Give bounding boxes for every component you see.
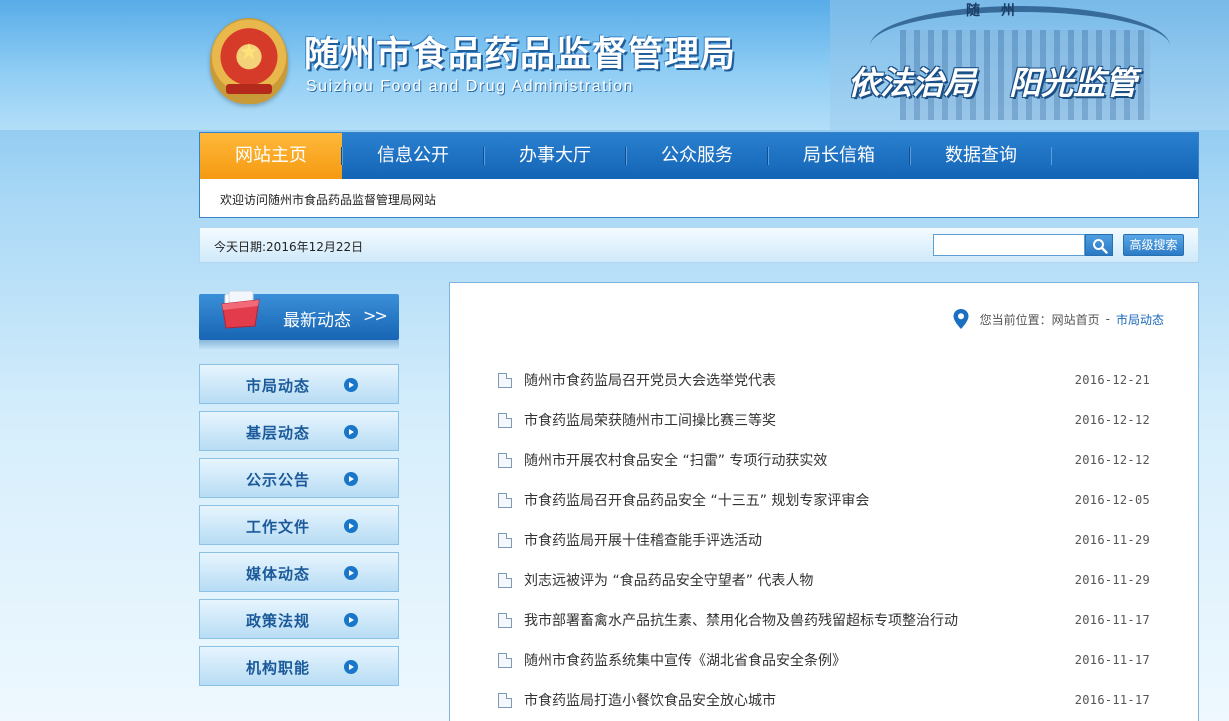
main-content-panel: 您当前位置： 网站首页 - 市局动态 随州市食药监局召开党员大会选举党代表 201… <box>449 282 1199 721</box>
main-nav: 网站主页 信息公开 办事大厅 公众服务 局长信箱 数据查询 <box>200 133 1198 179</box>
news-title[interactable]: 随州市食药监系统集中宣传《湖北省食品安全条例》 <box>524 650 1075 670</box>
news-item[interactable]: 我市部署畜禽水产品抗生素、禁用化合物及兽药残留超标专项整治行动 2016-11-1… <box>498 600 1150 640</box>
news-date: 2016-11-17 <box>1074 693 1150 707</box>
emblem-logo: ★ <box>210 18 288 104</box>
news-date: 2016-11-17 <box>1074 613 1150 627</box>
document-icon <box>498 652 512 668</box>
news-item[interactable]: 随州市食药监系统集中宣传《湖北省食品安全条例》 2016-11-17 <box>498 640 1150 680</box>
nav-info-disclosure[interactable]: 信息公开 <box>342 133 484 179</box>
current-date: 今天日期:2016年12月22日 <box>214 240 364 254</box>
news-date: 2016-11-17 <box>1074 653 1150 667</box>
news-item[interactable]: 市食药监局召开食品药品安全 “十三五” 规划专家评审会 2016-12-05 <box>498 480 1150 520</box>
sidebar-item-local-news[interactable]: 基层动态 <box>199 411 399 451</box>
sidebar-item-label: 公示公告 <box>246 471 311 489</box>
breadcrumb-prefix: 您当前位置： <box>979 312 1052 327</box>
document-icon <box>498 372 512 388</box>
breadcrumb: 您当前位置： 网站首页 - 市局动态 <box>952 308 1164 330</box>
news-item[interactable]: 市食药监局开展十佳稽查能手评选活动 2016-11-29 <box>498 520 1150 560</box>
news-title[interactable]: 市食药监局荣获随州市工间操比赛三等奖 <box>524 410 1075 430</box>
document-icon <box>498 532 512 548</box>
search-button[interactable] <box>1085 234 1113 256</box>
news-date: 2016-11-29 <box>1074 573 1150 587</box>
search-icon <box>1093 239 1108 254</box>
news-item[interactable]: 市食药监局打造小餐饮食品安全放心城市 2016-11-17 <box>498 680 1150 720</box>
nav-data-query[interactable]: 数据查询 <box>910 133 1052 179</box>
play-circle-icon <box>344 613 358 627</box>
search-input[interactable] <box>933 234 1085 256</box>
location-pin-icon <box>953 309 969 329</box>
document-icon <box>498 572 512 588</box>
welcome-text: 欢迎访问随州市食品药品监督管理局网站 <box>220 193 437 207</box>
site-subtitle: Suizhou Food and Drug Administration <box>306 78 634 95</box>
news-title[interactable]: 我市部署畜禽水产品抗生素、禁用化合物及兽药残留超标专项整治行动 <box>524 610 1075 630</box>
double-chevron-right-icon: >> <box>363 306 388 325</box>
news-date: 2016-12-12 <box>1074 413 1150 427</box>
document-icon <box>498 492 512 508</box>
main-nav-box: 网站主页 信息公开 办事大厅 公众服务 局长信箱 数据查询 欢迎访问随州市食品药… <box>199 132 1199 218</box>
news-title[interactable]: 随州市开展农村食品安全 “扫雷” 专项行动获实效 <box>524 450 1075 470</box>
play-circle-icon <box>344 566 358 580</box>
news-title[interactable]: 刘志远被评为 “食品药品安全守望者” 代表人物 <box>524 570 1075 590</box>
news-title[interactable]: 市食药监局开展十佳稽查能手评选活动 <box>524 530 1075 550</box>
sidebar-item-label: 机构职能 <box>246 659 311 677</box>
news-date: 2016-11-29 <box>1074 533 1150 547</box>
nav-home[interactable]: 网站主页 <box>200 133 342 179</box>
document-icon <box>498 412 512 428</box>
sidebar-item-documents[interactable]: 工作文件 <box>199 505 399 545</box>
news-title[interactable]: 市食药监局打造小餐饮食品安全放心城市 <box>524 690 1075 710</box>
news-item[interactable]: 市食药监局荣获随州市工间操比赛三等奖 2016-12-12 <box>498 400 1150 440</box>
news-item[interactable]: 随州市食药监局召开党员大会选举党代表 2016-12-21 <box>498 360 1150 400</box>
document-icon <box>498 452 512 468</box>
news-item[interactable]: 刘志远被评为 “食品药品安全守望者” 代表人物 2016-11-29 <box>498 560 1150 600</box>
sidebar-item-label: 媒体动态 <box>246 565 311 583</box>
sidebar-item-label: 基层动态 <box>246 424 311 442</box>
nav-service-hall[interactable]: 办事大厅 <box>484 133 626 179</box>
sidebar-item-policies[interactable]: 政策法规 <box>199 599 399 639</box>
folder-icon <box>221 290 260 329</box>
news-item[interactable]: 随州市开展农村食品安全 “扫雷” 专项行动获实效 2016-12-12 <box>498 440 1150 480</box>
sidebar-item-label: 市局动态 <box>246 377 311 395</box>
document-icon <box>498 612 512 628</box>
news-title[interactable]: 随州市食药监局召开党员大会选举党代表 <box>524 370 1075 390</box>
sidebar-header: 最新动态 >> <box>199 290 399 350</box>
site-header: 随 州 ★ 随州市食品药品监督管理局 Suizhou Food and Drug… <box>0 0 1229 130</box>
news-date: 2016-12-05 <box>1074 493 1150 507</box>
site-title: 随州市食品药品监督管理局 <box>304 34 737 75</box>
news-date: 2016-12-21 <box>1074 373 1150 387</box>
sidebar-title: 最新动态 <box>283 311 351 331</box>
news-date: 2016-12-12 <box>1074 453 1150 467</box>
nav-public-service[interactable]: 公众服务 <box>626 133 768 179</box>
date-search-bar: 今天日期:2016年12月22日 高级搜索 <box>199 227 1199 263</box>
play-circle-icon <box>344 425 358 439</box>
sidebar-item-label: 工作文件 <box>246 518 311 536</box>
sidebar-item-label: 政策法规 <box>246 612 311 630</box>
play-circle-icon <box>344 472 358 486</box>
sidebar-item-notices[interactable]: 公示公告 <box>199 458 399 498</box>
play-circle-icon <box>344 660 358 674</box>
advanced-search-button[interactable]: 高级搜索 <box>1123 234 1184 256</box>
breadcrumb-separator: - <box>1105 312 1110 326</box>
sidebar-item-functions[interactable]: 机构职能 <box>199 646 399 686</box>
slogan: 依法治局 阳光监管 <box>848 64 1138 102</box>
sidebar-item-city-news[interactable]: 市局动态 <box>199 364 399 404</box>
document-icon <box>498 692 512 708</box>
breadcrumb-current[interactable]: 市局动态 <box>1116 311 1164 328</box>
news-title[interactable]: 市食药监局召开食品药品安全 “十三五” 规划专家评审会 <box>524 490 1075 510</box>
building-sign: 随 州 <box>966 3 1023 19</box>
sidebar-item-media[interactable]: 媒体动态 <box>199 552 399 592</box>
nav-director-mailbox[interactable]: 局长信箱 <box>768 133 910 179</box>
play-circle-icon <box>344 519 358 533</box>
breadcrumb-home[interactable]: 网站首页 <box>1052 311 1100 328</box>
play-circle-icon <box>344 378 358 392</box>
